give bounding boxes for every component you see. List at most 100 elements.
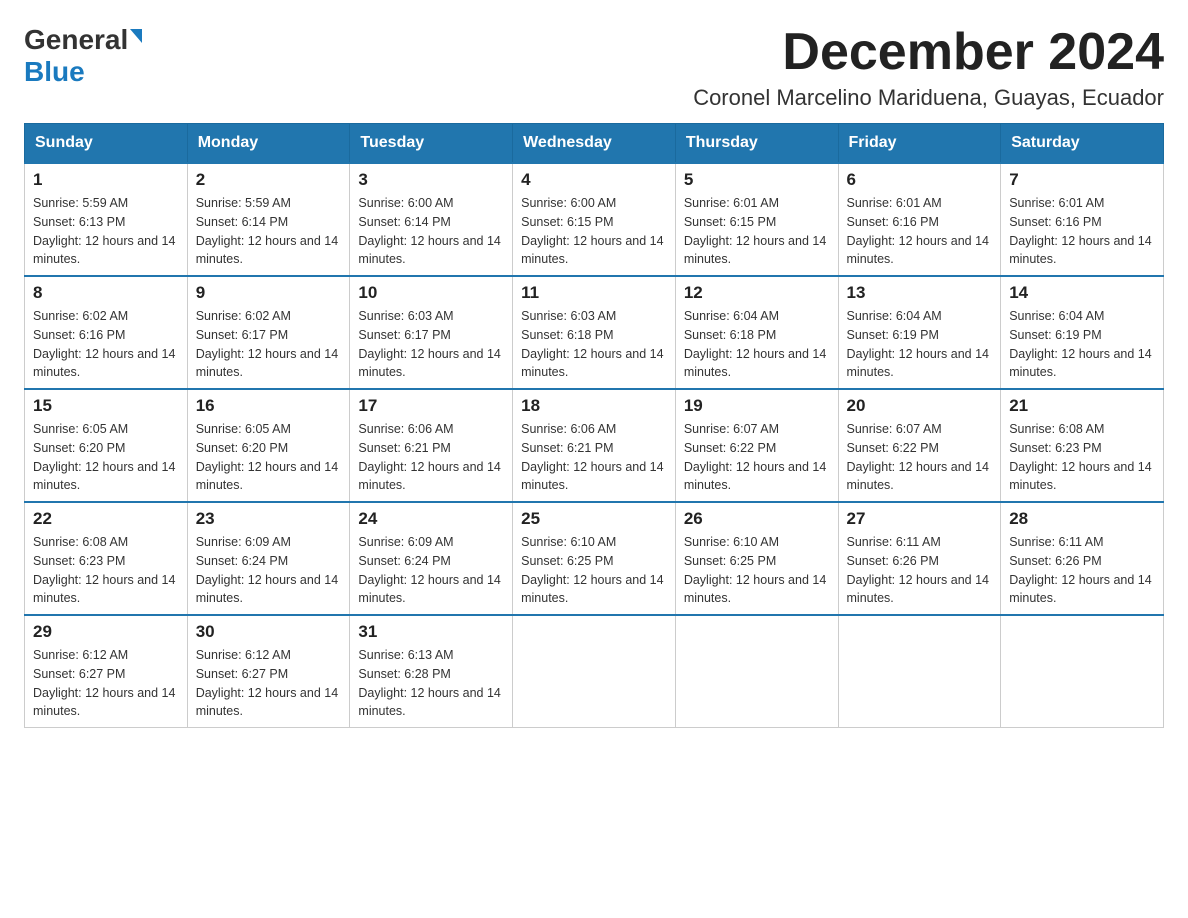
- calendar-day-cell: 13 Sunrise: 6:04 AMSunset: 6:19 PMDaylig…: [838, 276, 1001, 389]
- month-year-title: December 2024: [693, 24, 1164, 81]
- day-info: Sunrise: 6:04 AMSunset: 6:18 PMDaylight:…: [684, 307, 830, 382]
- day-number: 22: [33, 509, 179, 529]
- calendar-day-cell: 22 Sunrise: 6:08 AMSunset: 6:23 PMDaylig…: [25, 502, 188, 615]
- day-info: Sunrise: 6:07 AMSunset: 6:22 PMDaylight:…: [847, 420, 993, 495]
- calendar-day-cell: 24 Sunrise: 6:09 AMSunset: 6:24 PMDaylig…: [350, 502, 513, 615]
- calendar-week-row: 8 Sunrise: 6:02 AMSunset: 6:16 PMDayligh…: [25, 276, 1164, 389]
- day-number: 16: [196, 396, 342, 416]
- calendar-day-cell: 1 Sunrise: 5:59 AMSunset: 6:13 PMDayligh…: [25, 163, 188, 276]
- calendar-day-cell: 4 Sunrise: 6:00 AMSunset: 6:15 PMDayligh…: [513, 163, 676, 276]
- day-number: 28: [1009, 509, 1155, 529]
- calendar-day-cell: 16 Sunrise: 6:05 AMSunset: 6:20 PMDaylig…: [187, 389, 350, 502]
- calendar-week-row: 29 Sunrise: 6:12 AMSunset: 6:27 PMDaylig…: [25, 615, 1164, 728]
- calendar-day-cell: 5 Sunrise: 6:01 AMSunset: 6:15 PMDayligh…: [675, 163, 838, 276]
- day-number: 14: [1009, 283, 1155, 303]
- day-number: 29: [33, 622, 179, 642]
- day-number: 2: [196, 170, 342, 190]
- day-info: Sunrise: 6:07 AMSunset: 6:22 PMDaylight:…: [684, 420, 830, 495]
- day-info: Sunrise: 6:03 AMSunset: 6:18 PMDaylight:…: [521, 307, 667, 382]
- day-info: Sunrise: 6:01 AMSunset: 6:16 PMDaylight:…: [1009, 194, 1155, 269]
- day-number: 25: [521, 509, 667, 529]
- calendar-day-cell: [838, 615, 1001, 728]
- day-number: 18: [521, 396, 667, 416]
- day-info: Sunrise: 6:01 AMSunset: 6:15 PMDaylight:…: [684, 194, 830, 269]
- calendar-table: SundayMondayTuesdayWednesdayThursdayFrid…: [24, 123, 1164, 728]
- logo: General Blue: [24, 24, 142, 88]
- day-number: 17: [358, 396, 504, 416]
- calendar-header-tuesday: Tuesday: [350, 124, 513, 164]
- day-info: Sunrise: 6:09 AMSunset: 6:24 PMDaylight:…: [358, 533, 504, 608]
- logo-blue-text: Blue: [24, 56, 85, 88]
- day-number: 21: [1009, 396, 1155, 416]
- calendar-day-cell: 26 Sunrise: 6:10 AMSunset: 6:25 PMDaylig…: [675, 502, 838, 615]
- day-info: Sunrise: 6:11 AMSunset: 6:26 PMDaylight:…: [1009, 533, 1155, 608]
- calendar-header-wednesday: Wednesday: [513, 124, 676, 164]
- calendar-header-friday: Friday: [838, 124, 1001, 164]
- day-number: 20: [847, 396, 993, 416]
- calendar-day-cell: 20 Sunrise: 6:07 AMSunset: 6:22 PMDaylig…: [838, 389, 1001, 502]
- calendar-day-cell: 28 Sunrise: 6:11 AMSunset: 6:26 PMDaylig…: [1001, 502, 1164, 615]
- calendar-week-row: 15 Sunrise: 6:05 AMSunset: 6:20 PMDaylig…: [25, 389, 1164, 502]
- calendar-header-thursday: Thursday: [675, 124, 838, 164]
- day-number: 10: [358, 283, 504, 303]
- day-info: Sunrise: 6:08 AMSunset: 6:23 PMDaylight:…: [1009, 420, 1155, 495]
- calendar-day-cell: 12 Sunrise: 6:04 AMSunset: 6:18 PMDaylig…: [675, 276, 838, 389]
- day-number: 19: [684, 396, 830, 416]
- day-number: 23: [196, 509, 342, 529]
- calendar-day-cell: 21 Sunrise: 6:08 AMSunset: 6:23 PMDaylig…: [1001, 389, 1164, 502]
- calendar-header-monday: Monday: [187, 124, 350, 164]
- calendar-day-cell: 3 Sunrise: 6:00 AMSunset: 6:14 PMDayligh…: [350, 163, 513, 276]
- day-info: Sunrise: 6:10 AMSunset: 6:25 PMDaylight:…: [521, 533, 667, 608]
- day-info: Sunrise: 6:03 AMSunset: 6:17 PMDaylight:…: [358, 307, 504, 382]
- calendar-day-cell: 23 Sunrise: 6:09 AMSunset: 6:24 PMDaylig…: [187, 502, 350, 615]
- calendar-day-cell: 9 Sunrise: 6:02 AMSunset: 6:17 PMDayligh…: [187, 276, 350, 389]
- day-info: Sunrise: 6:06 AMSunset: 6:21 PMDaylight:…: [358, 420, 504, 495]
- day-number: 12: [684, 283, 830, 303]
- day-number: 30: [196, 622, 342, 642]
- calendar-day-cell: 30 Sunrise: 6:12 AMSunset: 6:27 PMDaylig…: [187, 615, 350, 728]
- day-number: 27: [847, 509, 993, 529]
- calendar-day-cell: 31 Sunrise: 6:13 AMSunset: 6:28 PMDaylig…: [350, 615, 513, 728]
- day-info: Sunrise: 6:04 AMSunset: 6:19 PMDaylight:…: [847, 307, 993, 382]
- calendar-day-cell: 11 Sunrise: 6:03 AMSunset: 6:18 PMDaylig…: [513, 276, 676, 389]
- day-info: Sunrise: 6:09 AMSunset: 6:24 PMDaylight:…: [196, 533, 342, 608]
- day-info: Sunrise: 6:05 AMSunset: 6:20 PMDaylight:…: [33, 420, 179, 495]
- day-number: 4: [521, 170, 667, 190]
- day-info: Sunrise: 6:11 AMSunset: 6:26 PMDaylight:…: [847, 533, 993, 608]
- day-number: 6: [847, 170, 993, 190]
- calendar-day-cell: [1001, 615, 1164, 728]
- calendar-day-cell: 2 Sunrise: 5:59 AMSunset: 6:14 PMDayligh…: [187, 163, 350, 276]
- day-number: 1: [33, 170, 179, 190]
- calendar-header-row: SundayMondayTuesdayWednesdayThursdayFrid…: [25, 124, 1164, 164]
- day-number: 15: [33, 396, 179, 416]
- calendar-day-cell: 17 Sunrise: 6:06 AMSunset: 6:21 PMDaylig…: [350, 389, 513, 502]
- calendar-day-cell: 7 Sunrise: 6:01 AMSunset: 6:16 PMDayligh…: [1001, 163, 1164, 276]
- day-number: 11: [521, 283, 667, 303]
- calendar-day-cell: 6 Sunrise: 6:01 AMSunset: 6:16 PMDayligh…: [838, 163, 1001, 276]
- calendar-day-cell: [675, 615, 838, 728]
- day-info: Sunrise: 6:13 AMSunset: 6:28 PMDaylight:…: [358, 646, 504, 721]
- calendar-day-cell: 15 Sunrise: 6:05 AMSunset: 6:20 PMDaylig…: [25, 389, 188, 502]
- day-info: Sunrise: 6:00 AMSunset: 6:14 PMDaylight:…: [358, 194, 504, 269]
- day-info: Sunrise: 6:05 AMSunset: 6:20 PMDaylight:…: [196, 420, 342, 495]
- calendar-week-row: 1 Sunrise: 5:59 AMSunset: 6:13 PMDayligh…: [25, 163, 1164, 276]
- location-subtitle: Coronel Marcelino Mariduena, Guayas, Ecu…: [693, 85, 1164, 111]
- day-number: 8: [33, 283, 179, 303]
- calendar-header-saturday: Saturday: [1001, 124, 1164, 164]
- day-info: Sunrise: 6:12 AMSunset: 6:27 PMDaylight:…: [196, 646, 342, 721]
- day-info: Sunrise: 5:59 AMSunset: 6:13 PMDaylight:…: [33, 194, 179, 269]
- day-info: Sunrise: 6:02 AMSunset: 6:16 PMDaylight:…: [33, 307, 179, 382]
- calendar-day-cell: 10 Sunrise: 6:03 AMSunset: 6:17 PMDaylig…: [350, 276, 513, 389]
- day-number: 7: [1009, 170, 1155, 190]
- calendar-day-cell: 25 Sunrise: 6:10 AMSunset: 6:25 PMDaylig…: [513, 502, 676, 615]
- day-info: Sunrise: 6:01 AMSunset: 6:16 PMDaylight:…: [847, 194, 993, 269]
- calendar-day-cell: 27 Sunrise: 6:11 AMSunset: 6:26 PMDaylig…: [838, 502, 1001, 615]
- day-number: 3: [358, 170, 504, 190]
- calendar-day-cell: 14 Sunrise: 6:04 AMSunset: 6:19 PMDaylig…: [1001, 276, 1164, 389]
- title-block: December 2024 Coronel Marcelino Mariduen…: [693, 24, 1164, 111]
- day-number: 13: [847, 283, 993, 303]
- day-number: 5: [684, 170, 830, 190]
- day-info: Sunrise: 6:02 AMSunset: 6:17 PMDaylight:…: [196, 307, 342, 382]
- page-header: General Blue December 2024 Coronel Marce…: [24, 24, 1164, 111]
- day-number: 24: [358, 509, 504, 529]
